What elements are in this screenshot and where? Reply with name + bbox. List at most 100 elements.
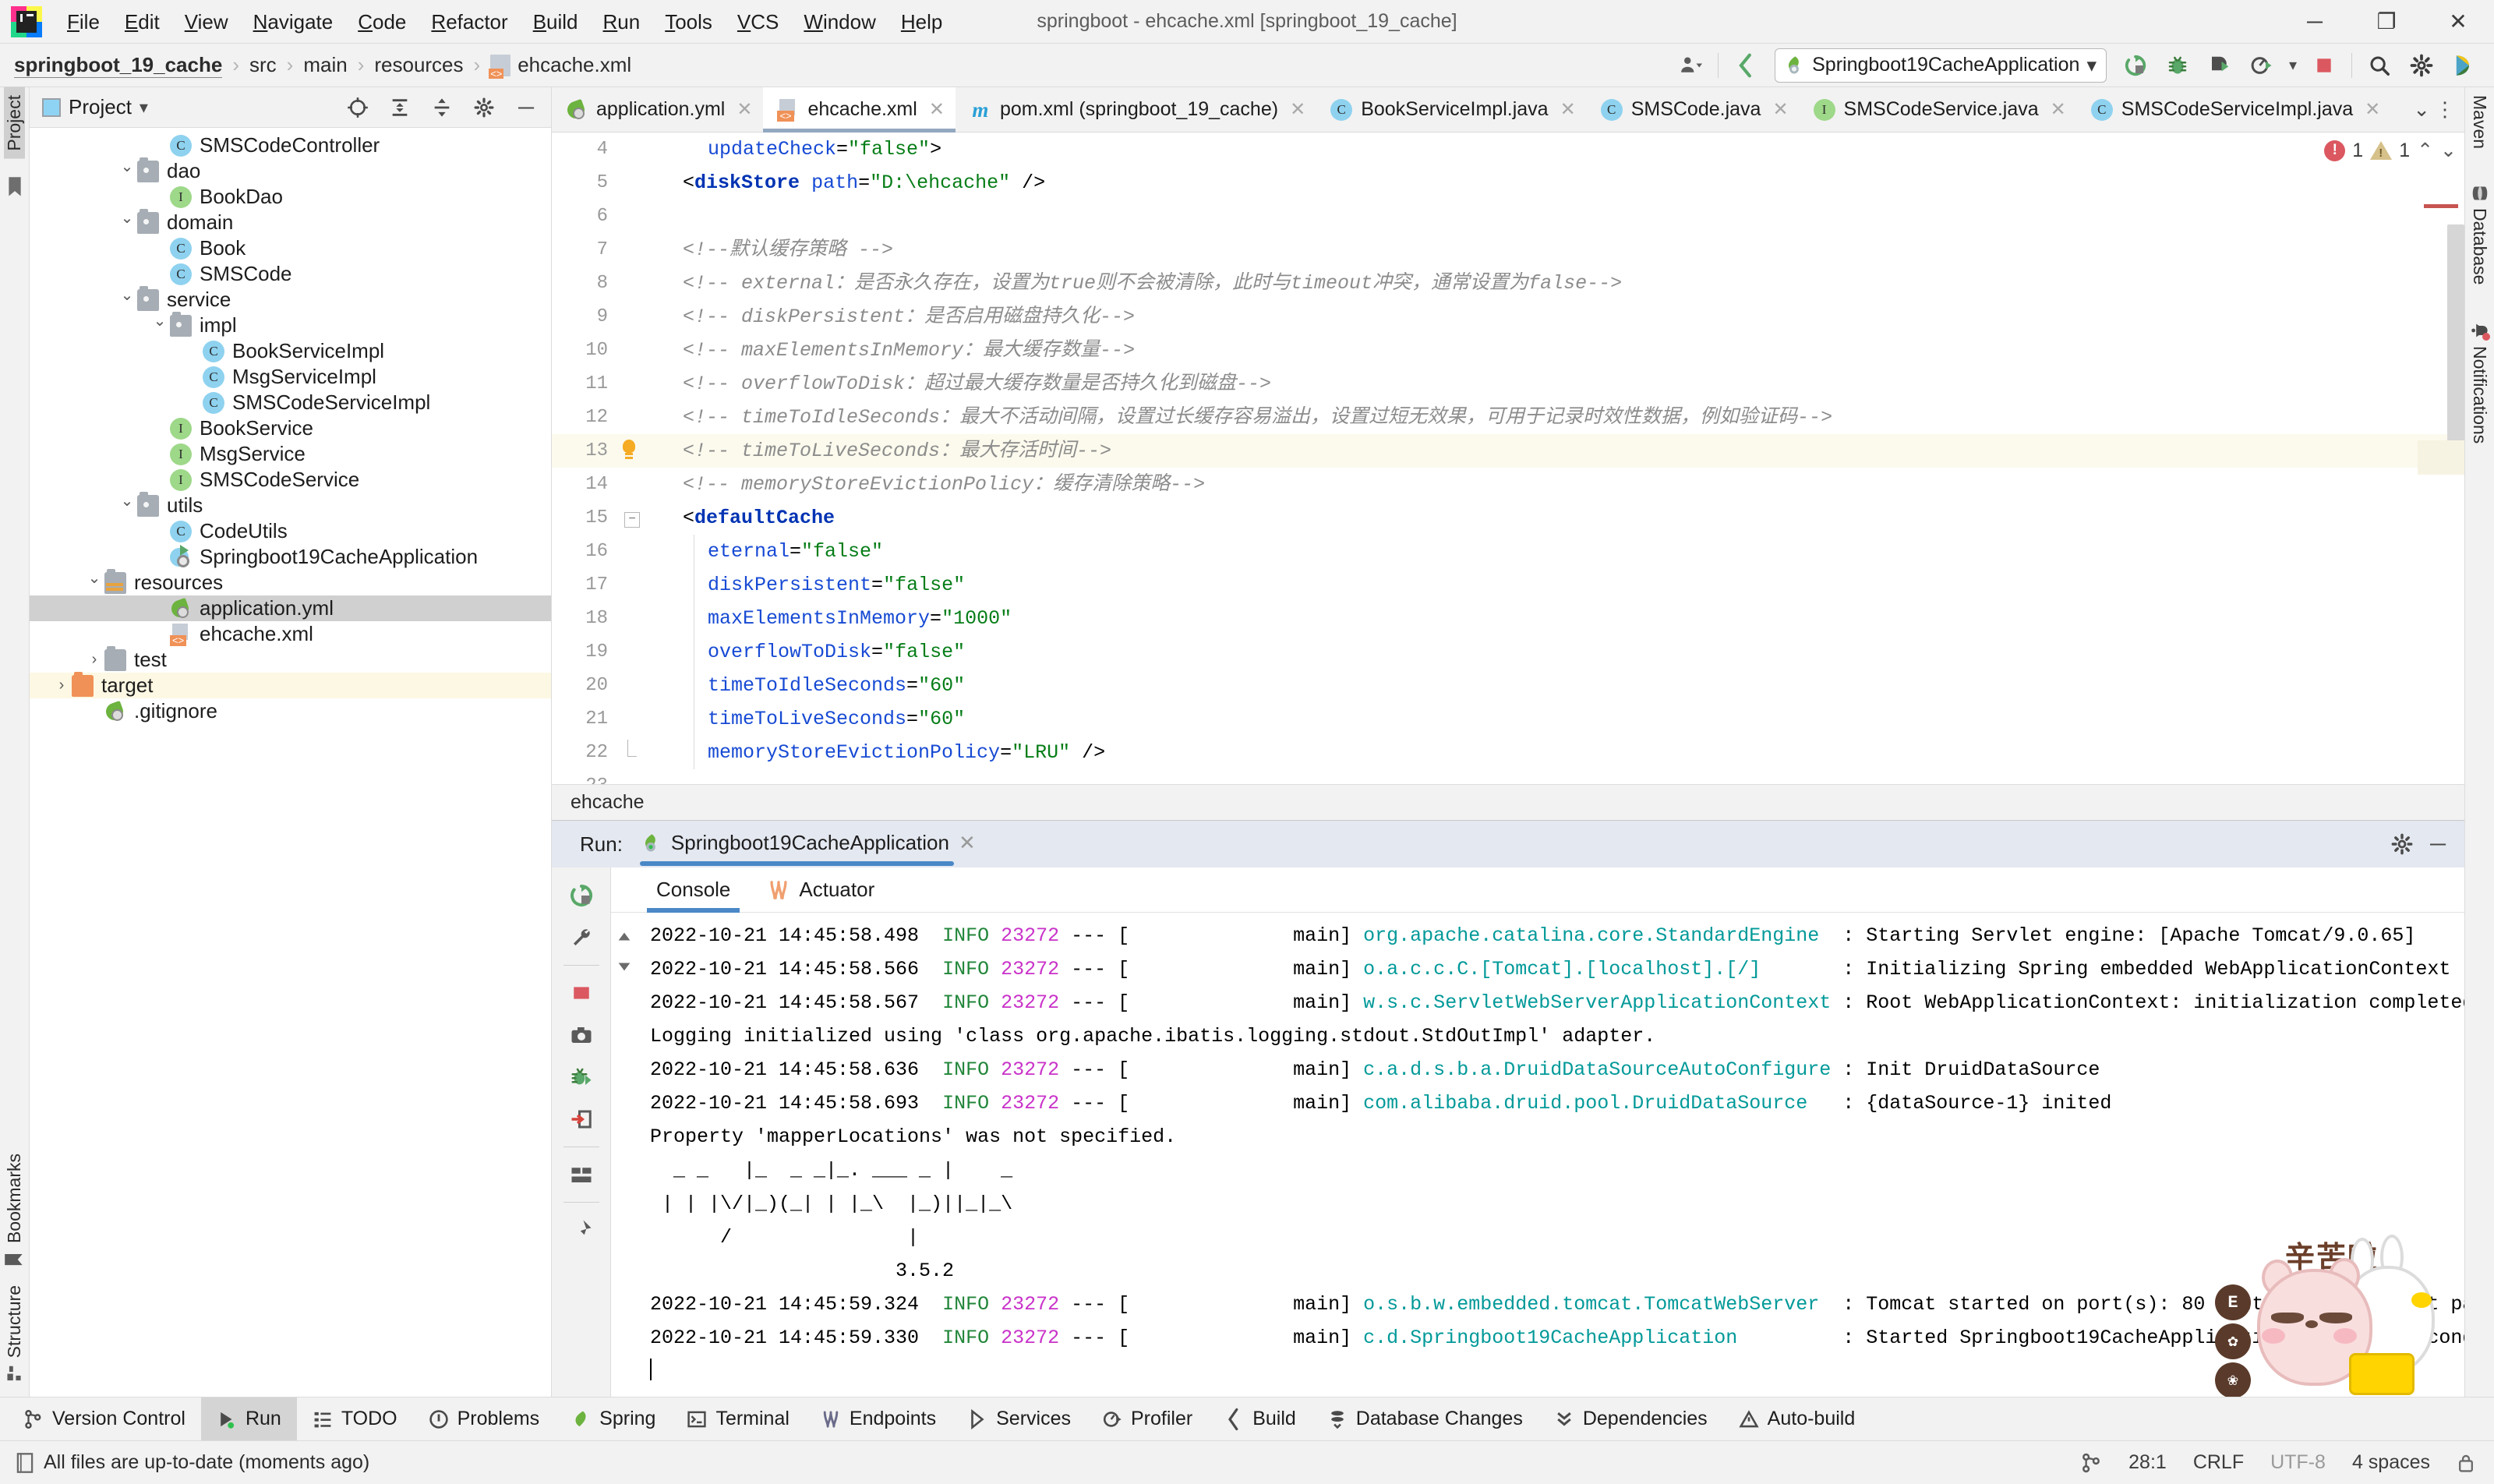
settings-icon[interactable]	[2400, 48, 2443, 83]
tool-window-run[interactable]: Run	[200, 1397, 297, 1441]
gutter-marker[interactable]	[619, 200, 645, 233]
exit-icon[interactable]	[560, 1099, 603, 1140]
close-tab-icon[interactable]: ✕	[926, 98, 948, 121]
rerun-icon[interactable]	[2114, 48, 2157, 83]
run-configuration-selector[interactable]: Springboot19CacheApplication ▾	[1775, 48, 2107, 83]
chevron-down-icon[interactable]	[150, 316, 170, 335]
tree-node-dao[interactable]: dao	[30, 157, 551, 184]
gutter-marker[interactable]	[619, 233, 645, 267]
tree-node-utils[interactable]: utils	[30, 491, 551, 518]
file-encoding[interactable]: UTF-8	[2270, 1451, 2326, 1474]
chevron-down-icon[interactable]	[117, 213, 137, 232]
tree-node-smscodeservice[interactable]: I SMSCodeService	[30, 467, 551, 493]
menu-run[interactable]: Run	[591, 7, 653, 37]
tree-node-service[interactable]: service	[30, 285, 551, 313]
tool-window-auto-build[interactable]: Auto-build	[1723, 1397, 1871, 1441]
chevron-right-icon[interactable]	[84, 651, 104, 669]
tree-node-book[interactable]: C Book	[30, 235, 551, 261]
sidebar-tab-maven[interactable]: Maven	[2469, 87, 2490, 157]
editor-bottom-breadcrumb[interactable]: ehcache	[552, 784, 2464, 820]
editor-tab-pom-xml-springboot-19-cache-[interactable]: m pom.xml (springboot_19_cache) ✕	[956, 87, 1316, 132]
caret-position[interactable]: 28:1	[2128, 1451, 2167, 1474]
tool-window-dependencies[interactable]: Dependencies	[1538, 1397, 1723, 1441]
gutter-marker[interactable]	[619, 468, 645, 501]
chevron-down-icon-project[interactable]: ▾	[140, 97, 148, 118]
console-output[interactable]: 辛苦啦 E ✿ ❀ 2022-10-21 14:45:58.498 INFO 2…	[638, 913, 2464, 1397]
pin-icon[interactable]	[560, 1210, 603, 1250]
minimize-button[interactable]: ─	[2279, 0, 2351, 44]
gutter-marker[interactable]	[619, 267, 645, 300]
tree-node-smscode[interactable]: C SMSCode	[30, 261, 551, 287]
gutter-marker[interactable]	[619, 602, 645, 635]
tool-window-problems[interactable]: Problems	[413, 1397, 556, 1441]
tree-node-bookdao[interactable]: I BookDao	[30, 184, 551, 210]
project-tree[interactable]: CSMSCodeControllerdaoIBookDaodomainCBook…	[30, 128, 551, 1397]
chevron-down-icon-profiler[interactable]: ▾	[2283, 48, 2303, 83]
ide-sidebar-icon[interactable]	[2443, 48, 2485, 83]
chevron-down-icon[interactable]	[84, 573, 104, 592]
gutter-marker[interactable]	[619, 769, 645, 784]
gear-icon[interactable]	[467, 92, 501, 123]
gutter-marker[interactable]	[619, 300, 645, 334]
debug-icon[interactable]	[2157, 48, 2199, 83]
tree-node-domain[interactable]: domain	[30, 208, 551, 235]
git-branch-icon[interactable]	[2080, 1452, 2102, 1474]
editor-tab-smscode-java[interactable]: C SMSCode.java ✕	[1587, 87, 1800, 132]
tool-window-services[interactable]: Services	[952, 1397, 1086, 1441]
chevron-down-icon-tabs[interactable]: ⌄	[2413, 97, 2430, 122]
close-tab-icon[interactable]: ✕	[1287, 98, 1309, 121]
menu-refactor[interactable]: Refactor	[419, 7, 520, 37]
expand-all-icon[interactable]	[383, 92, 417, 123]
sidebar-tab-bookmarks[interactable]: Bookmarks	[4, 1146, 25, 1277]
breadcrumb-item-main[interactable]: main	[303, 53, 347, 77]
editor-tab-smscodeserviceimpl-java[interactable]: C SMSCodeServiceImpl.java ✕	[2077, 87, 2391, 132]
close-tab-icon[interactable]: ✕	[733, 98, 755, 121]
chevron-down-icon[interactable]: ▾	[2086, 54, 2097, 77]
sidebar-tab-database[interactable]: Database	[2469, 177, 2490, 292]
close-tab-icon[interactable]: ✕	[1769, 98, 1791, 121]
collapse-all-icon[interactable]	[425, 92, 459, 123]
tree-node-test[interactable]: test	[30, 645, 551, 673]
line-separator[interactable]: CRLF	[2193, 1451, 2244, 1474]
select-opened-file-icon[interactable]	[341, 92, 375, 123]
tree-node-msgservice[interactable]: I MsgService	[30, 441, 551, 467]
close-tab-icon[interactable]: ✕	[1557, 98, 1579, 121]
tree-node-bookservice[interactable]: I BookService	[30, 415, 551, 441]
tool-window-terminal[interactable]: Terminal	[671, 1397, 804, 1441]
tree-node-ehcache-xml[interactable]: ehcache.xml	[30, 621, 551, 647]
stop-icon-run[interactable]	[560, 973, 603, 1013]
chevron-right-icon[interactable]	[51, 677, 72, 694]
tree-node-bookserviceimpl[interactable]: C BookServiceImpl	[30, 338, 551, 364]
close-tab-icon[interactable]: ✕	[2047, 98, 2069, 121]
layout-icon[interactable]	[560, 1154, 603, 1195]
menu-navigate[interactable]: Navigate	[241, 7, 346, 37]
indent-setting[interactable]: 4 spaces	[2352, 1451, 2430, 1474]
menu-window[interactable]: Window	[791, 7, 888, 37]
gutter-marker[interactable]	[619, 401, 645, 434]
rerun-icon-run[interactable]	[560, 875, 603, 916]
tree-node--gitignore[interactable]: .gitignore	[30, 698, 551, 724]
hide-panel-icon[interactable]: ─	[509, 92, 543, 123]
search-everywhere-icon[interactable]	[2358, 48, 2400, 83]
gutter-marker[interactable]	[619, 166, 645, 200]
sidebar-tab-notifications[interactable]: Notifications	[2469, 313, 2490, 451]
menu-edit[interactable]: Edit	[112, 7, 172, 37]
tree-node-msgserviceimpl[interactable]: C MsgServiceImpl	[30, 364, 551, 390]
tree-node-smscodeserviceimpl[interactable]: C SMSCodeServiceImpl	[30, 390, 551, 415]
scroll-up-icon[interactable]	[616, 930, 633, 947]
back-arrow-icon[interactable]	[1725, 48, 1767, 83]
gutter-marker[interactable]	[619, 367, 645, 401]
tool-window-spring[interactable]: Spring	[555, 1397, 671, 1441]
stop-icon[interactable]	[2303, 48, 2345, 83]
code-editor[interactable]: 4 updateCheck="false"> 5 <diskStore path="D…	[552, 132, 2464, 784]
editor-tab-ehcache-xml[interactable]: ehcache.xml ✕	[763, 87, 956, 132]
editor-tab-smscodeservice-java[interactable]: I SMSCodeService.java ✕	[1800, 87, 2077, 132]
gutter-marker[interactable]	[619, 535, 645, 568]
error-stripe-mark[interactable]	[2424, 204, 2458, 208]
tree-node-springboot19cacheapplication[interactable]: Springboot19CacheApplication	[30, 544, 551, 570]
editor-scrollbar[interactable]	[2447, 224, 2464, 443]
breadcrumb-item-springboot-19-cache[interactable]: springboot_19_cache	[14, 53, 223, 78]
run-tab-springboot19cacheapplication[interactable]: Springboot19CacheApplication ✕	[639, 831, 976, 866]
tree-node-application-yml[interactable]: application.yml	[30, 595, 551, 621]
menu-tools[interactable]: Tools	[652, 7, 725, 37]
